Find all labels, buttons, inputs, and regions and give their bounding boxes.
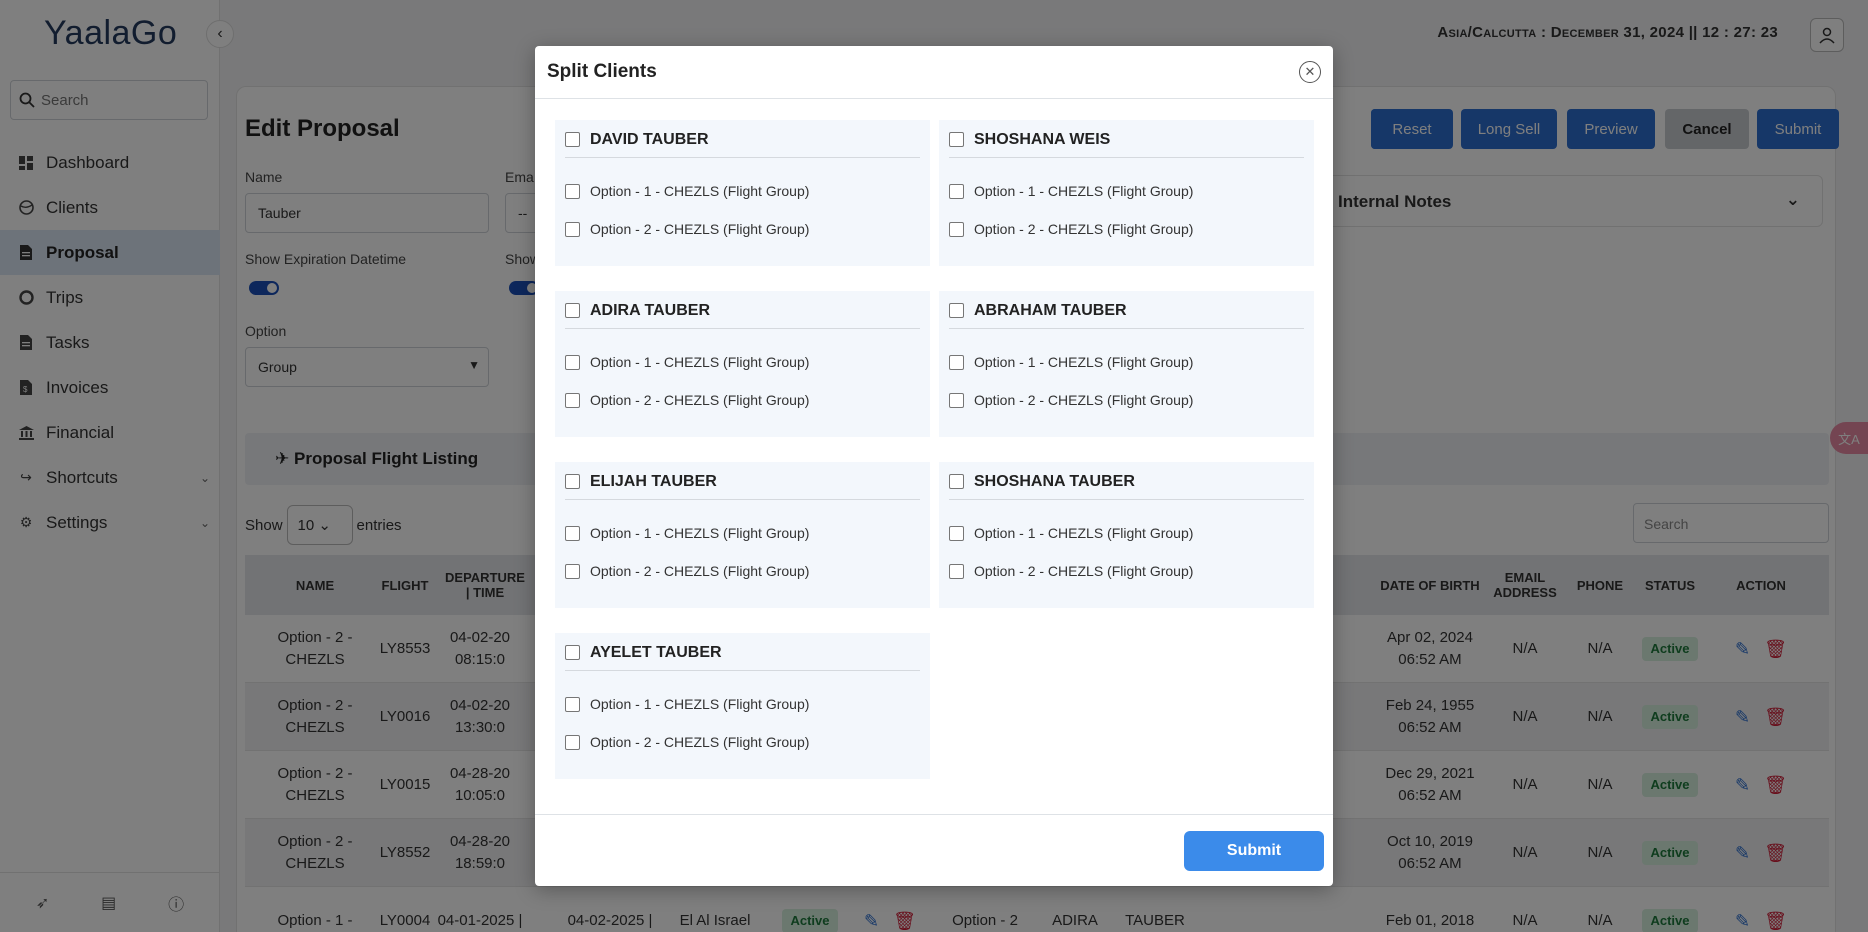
option-label: Option - 1 - CHEZLS (Flight Group) [590, 525, 810, 541]
option-checkbox[interactable] [565, 221, 580, 237]
option-checkbox[interactable] [565, 183, 580, 199]
option-checkbox[interactable] [565, 734, 580, 750]
option-checkbox[interactable] [565, 525, 580, 541]
client-name: ADIRA TAUBER [590, 301, 710, 319]
option-label: Option - 2 - CHEZLS (Flight Group) [590, 734, 810, 750]
modal-submit-button[interactable]: Submit [1184, 831, 1324, 871]
close-icon: ✕ [1304, 64, 1316, 79]
client-name: SHOSHANA TAUBER [974, 472, 1135, 490]
client-name: SHOSHANA WEIS [974, 130, 1111, 148]
option-label: Option - 2 - CHEZLS (Flight Group) [590, 221, 810, 237]
client-card-shoshana-tauber: SHOSHANA TAUBER Option - 1 - CHEZLS (Fli… [939, 462, 1314, 608]
client-checkbox[interactable] [949, 303, 964, 318]
option-label: Option - 2 - CHEZLS (Flight Group) [590, 392, 810, 408]
option-checkbox[interactable] [949, 392, 964, 408]
client-checkbox[interactable] [949, 132, 964, 147]
client-card-elijah-tauber: ELIJAH TAUBER Option - 1 - CHEZLS (Fligh… [555, 462, 930, 608]
client-name: AYELET TAUBER [590, 643, 722, 661]
modal-header: Split Clients ✕ [535, 46, 1333, 99]
option-checkbox[interactable] [949, 354, 964, 370]
option-label: Option - 1 - CHEZLS (Flight Group) [590, 183, 810, 199]
option-label: Option - 1 - CHEZLS (Flight Group) [974, 525, 1194, 541]
option-checkbox[interactable] [565, 392, 580, 408]
client-name: ABRAHAM TAUBER [974, 301, 1127, 319]
option-label: Option - 1 - CHEZLS (Flight Group) [590, 696, 810, 712]
option-label: Option - 2 - CHEZLS (Flight Group) [974, 563, 1194, 579]
client-card-shoshana-weis: SHOSHANA WEIS Option - 1 - CHEZLS (Fligh… [939, 120, 1314, 266]
client-checkbox[interactable] [565, 474, 580, 489]
client-card-david-tauber: DAVID TAUBER Option - 1 - CHEZLS (Flight… [555, 120, 930, 266]
client-checkbox[interactable] [565, 303, 580, 318]
client-name: DAVID TAUBER [590, 130, 709, 148]
client-checkbox[interactable] [565, 132, 580, 147]
modal-submit-label: Submit [1226, 842, 1282, 859]
option-checkbox[interactable] [949, 221, 964, 237]
option-label: Option - 2 - CHEZLS (Flight Group) [974, 221, 1194, 237]
option-label: Option - 2 - CHEZLS (Flight Group) [590, 563, 810, 579]
option-checkbox[interactable] [565, 696, 580, 712]
option-checkbox[interactable] [949, 563, 964, 579]
option-checkbox[interactable] [949, 183, 964, 199]
client-name: ELIJAH TAUBER [590, 472, 717, 490]
client-checkbox[interactable] [565, 645, 580, 660]
modal-title: Split Clients [547, 61, 657, 82]
option-checkbox[interactable] [949, 525, 964, 541]
modal-close-button[interactable]: ✕ [1299, 61, 1321, 83]
option-label: Option - 1 - CHEZLS (Flight Group) [590, 354, 810, 370]
option-label: Option - 1 - CHEZLS (Flight Group) [974, 354, 1194, 370]
split-clients-modal: Split Clients ✕ DAVID TAUBER Option - 1 … [535, 46, 1333, 886]
option-label: Option - 1 - CHEZLS (Flight Group) [974, 183, 1194, 199]
client-card-ayelet-tauber: AYELET TAUBER Option - 1 - CHEZLS (Fligh… [555, 633, 930, 779]
option-checkbox[interactable] [565, 354, 580, 370]
option-label: Option - 2 - CHEZLS (Flight Group) [974, 392, 1194, 408]
client-card-adira-tauber: ADIRA TAUBER Option - 1 - CHEZLS (Flight… [555, 291, 930, 437]
client-card-abraham-tauber: ABRAHAM TAUBER Option - 1 - CHEZLS (Flig… [939, 291, 1314, 437]
option-checkbox[interactable] [565, 563, 580, 579]
client-checkbox[interactable] [949, 474, 964, 489]
modal-footer: Submit [535, 814, 1333, 886]
